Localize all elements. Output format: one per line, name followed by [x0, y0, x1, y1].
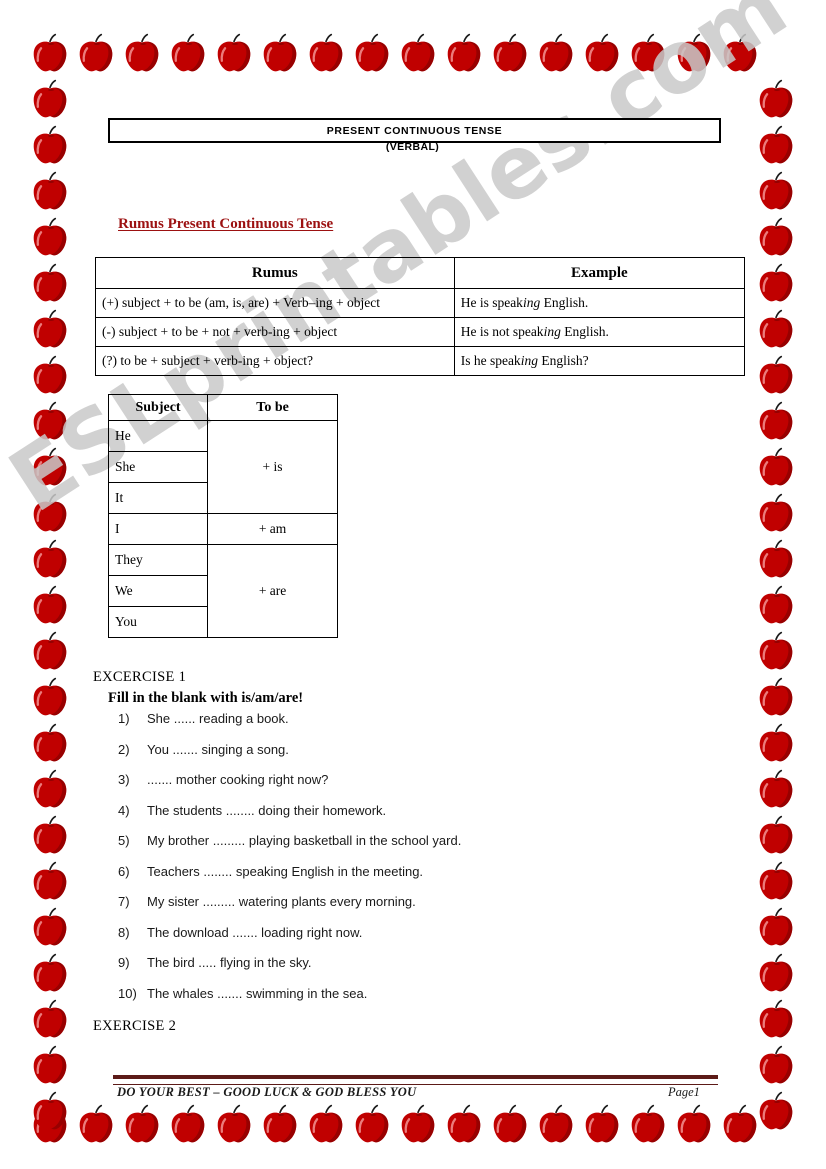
tobe-cell: + are [207, 544, 338, 638]
list-item-number: 3) [118, 772, 130, 787]
section-heading-rumus: Rumus Present Continuous Tense [118, 216, 334, 232]
list-item-number: 4) [118, 802, 130, 818]
column-header-tobe: To be [207, 394, 338, 421]
list-item-text: My brother ......... playing basketball … [147, 833, 462, 848]
list-item: 1) She ...... reading a book. [118, 711, 718, 742]
list-item: 4) The students ........ doing their home… [118, 803, 718, 834]
example-cell: He is speaking English. [453, 288, 746, 318]
list-item-text: Teachers ........ speaking English in th… [147, 863, 424, 879]
list-item: 5) My brother ......... playing basketbal… [118, 833, 718, 864]
document-title-box: PRESENT CONTINUOUS TENSE [108, 118, 721, 143]
list-item-text: The download ....... loading right now. [147, 924, 363, 940]
footer-motto: DO YOUR BEST – GOOD LUCK & GOD BLESS YOU [117, 1085, 417, 1099]
formula-cell: (-) subject + to be + not + verb-ing + o… [95, 317, 455, 347]
list-item: 6) Teachers ........ speaking English in … [118, 864, 718, 895]
list-item-text: My sister ......... watering plants ever… [147, 894, 416, 909]
column-header-subject: Subject [107, 394, 209, 421]
table-row: (-) subject + to be + not + verb-ing + o… [95, 317, 746, 347]
list-item-text: The students ........ doing their homewo… [147, 802, 387, 818]
column-header-rumus: Rumus [95, 257, 455, 289]
list-item-number: 1) [118, 711, 130, 726]
list-item-number: 8) [118, 924, 130, 940]
table-header-row: Subject To be [107, 394, 338, 421]
list-item-number: 9) [118, 955, 130, 970]
page-subtitle: (VERBAL) [385, 141, 440, 153]
subject-cell: You [107, 606, 209, 638]
subject-cell: He [107, 420, 209, 452]
list-item: 3) ....... mother cooking right now? [118, 772, 718, 803]
list-item-number: 6) [118, 863, 130, 879]
list-item: 9) The bird ..... flying in the sky. [118, 955, 718, 986]
column-header-example: Example [453, 257, 746, 289]
footer-divider [113, 1075, 718, 1085]
list-item: 7) My sister ......... watering plants ev… [118, 894, 718, 925]
list-item: 8) The download ....... loading right now… [118, 925, 718, 956]
list-item: 10) The whales ....... swimming in the se… [118, 986, 718, 1017]
table-row: He + is [107, 420, 338, 514]
worksheet-page: ESLprintables.com PRESENT CONTINUOUS TEN… [0, 0, 826, 1169]
subject-cell: They [107, 544, 209, 576]
example-cell: He is not speaking English. [453, 317, 746, 347]
table-row: They + are [107, 544, 338, 638]
list-item-text: The whales ....... swimming in the sea. [147, 985, 368, 1001]
subject-tobe-table: Subject To be He + is She It I + am They + are W… [107, 394, 338, 638]
list-item-number: 7) [118, 894, 130, 909]
list-item: 2) You ....... singing a song. [118, 742, 718, 773]
list-item-text: You ....... singing a song. [147, 741, 289, 757]
exercise-1-title: EXCERCISE 1 [93, 669, 187, 685]
table-row: (+) subject + to be (am, is, are) + Verb… [95, 288, 746, 318]
formula-cell: (+) subject + to be (am, is, are) + Verb… [95, 288, 455, 318]
example-cell: Is he speaking English? [453, 346, 746, 376]
tobe-cell: + am [207, 513, 338, 545]
table-header-row: Rumus Example [95, 257, 746, 289]
exercise-1-list: 1) She ...... reading a book. 2) You ......… [118, 711, 718, 1016]
list-item-number: 10) [118, 985, 137, 1001]
list-item-number: 5) [118, 833, 130, 848]
exercise-1-instruction: Fill in the blank with is/am/are! [108, 690, 304, 706]
list-item-text: ....... mother cooking right now? [147, 772, 329, 787]
subject-cell: She [107, 451, 209, 483]
page-content: PRESENT CONTINUOUS TENSE (VERBAL) Rumus … [0, 0, 826, 1169]
exercise-2-title: EXERCISE 2 [93, 1018, 177, 1034]
subject-cell: We [107, 575, 209, 607]
footer-page-number: Page1 [668, 1085, 700, 1099]
list-item-number: 2) [118, 741, 130, 757]
subject-cell: I [107, 513, 209, 545]
subject-cell: It [107, 482, 209, 514]
table-row: I + am [107, 513, 338, 545]
tobe-cell: + is [207, 420, 338, 514]
formula-cell: (?) to be + subject + verb-ing + object? [95, 346, 455, 376]
formula-table: Rumus Example (+) subject + to be (am, i… [95, 257, 746, 376]
table-row: (?) to be + subject + verb-ing + object?… [95, 346, 746, 376]
page-title: PRESENT CONTINUOUS TENSE [326, 124, 503, 137]
list-item-text: She ...... reading a book. [147, 711, 289, 726]
list-item-text: The bird ..... flying in the sky. [147, 955, 312, 970]
